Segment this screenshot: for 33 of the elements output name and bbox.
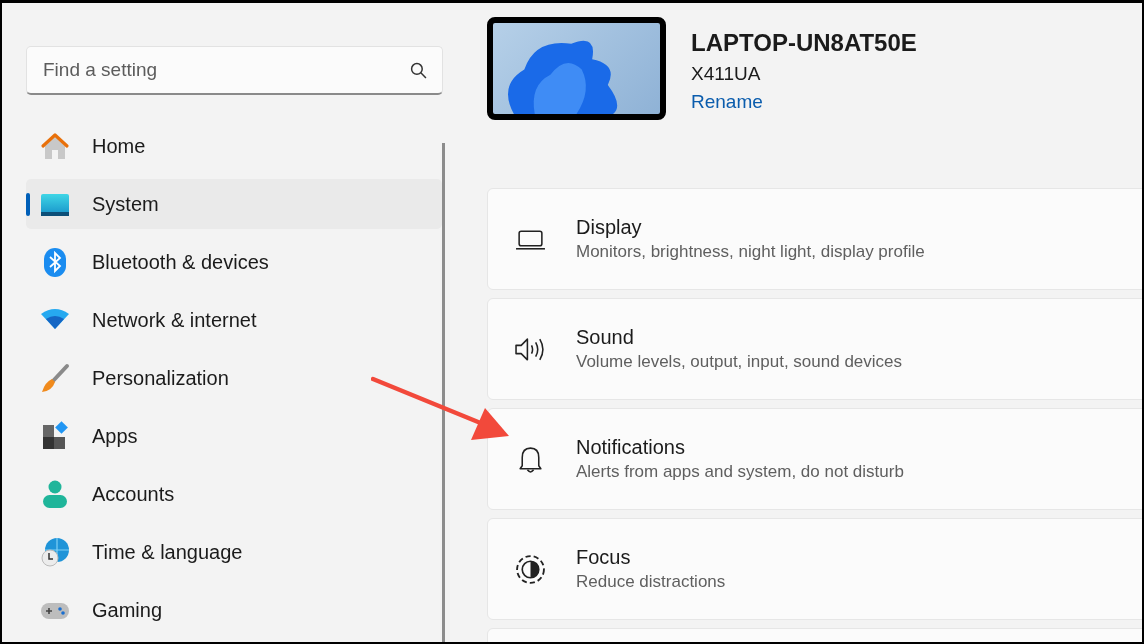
home-icon <box>40 131 70 161</box>
sidebar-item[interactable]: Accounts <box>26 469 442 519</box>
sidebar-item[interactable]: Bluetooth & devices <box>26 237 442 287</box>
paintbrush-icon <box>40 363 70 393</box>
device-name: LAPTOP-UN8AT50E <box>691 29 917 57</box>
scrollbar[interactable] <box>442 143 445 642</box>
rename-link[interactable]: Rename <box>691 91 917 113</box>
settings-card[interactable]: Display Monitors, brightness, night light, display profile <box>487 188 1142 290</box>
sidebar-item[interactable]: Gaming <box>26 585 442 635</box>
settings-card[interactable]: Sound Volume levels, output, input, sound devices <box>487 298 1142 400</box>
apps-icon <box>40 421 70 451</box>
sidebar-item[interactable]: Apps <box>26 411 442 461</box>
card-description: Volume levels, output, input, sound devices <box>576 352 903 372</box>
card-description: Reduce distractions <box>576 572 726 592</box>
sidebar-item[interactable]: Time & language <box>26 527 442 577</box>
settings-card[interactable]: Notifications Alerts from apps and system, do not disturb <box>487 408 1142 510</box>
globe-clock-icon <box>40 537 70 567</box>
person-icon <box>40 479 70 509</box>
sidebar-item[interactable]: System <box>26 179 442 229</box>
search-icon <box>410 62 427 79</box>
card-title: Notifications <box>576 436 686 459</box>
sidebar-item[interactable]: Home <box>26 121 442 171</box>
sidebar-item[interactable]: Personalization <box>26 353 442 403</box>
settings-card[interactable]: Focus Reduce distractions <box>487 518 1142 620</box>
sidebar-item[interactable]: Network & internet <box>26 295 442 345</box>
card-title: Focus <box>576 546 632 569</box>
card-description: Monitors, brightness, night light, display profile <box>576 242 925 262</box>
card-title: Sound <box>576 326 635 349</box>
focus-icon <box>515 553 546 585</box>
search-field[interactable]: Find a setting <box>26 46 443 95</box>
device-model: X411UA <box>691 63 762 85</box>
card-description: Alerts from apps and system, do not disturb <box>576 462 904 482</box>
card-title: Display <box>576 216 643 239</box>
